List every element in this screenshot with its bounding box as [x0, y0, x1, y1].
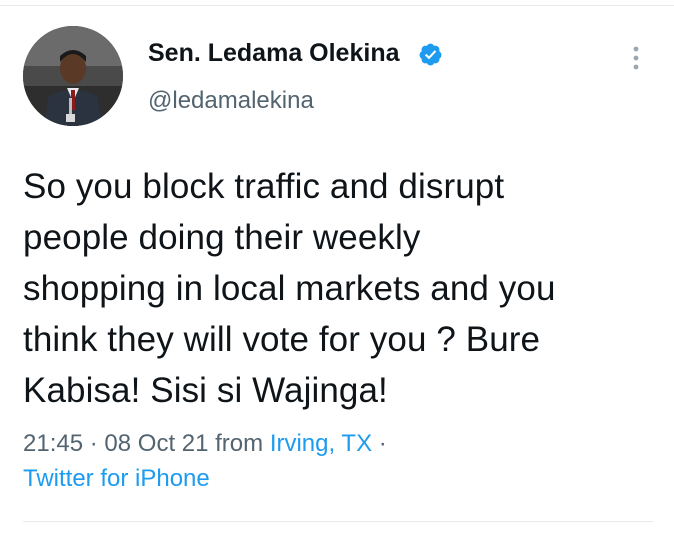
from-label: from: [215, 430, 264, 457]
avatar-photo: [23, 26, 123, 126]
author-handle[interactable]: @ledamalekina: [148, 86, 314, 116]
meta-trailing-separator: ·: [378, 430, 387, 457]
avatar[interactable]: [23, 26, 123, 126]
tweet-date[interactable]: 08 Oct 21: [104, 430, 208, 457]
tweet-location[interactable]: Irving, TX: [270, 430, 372, 457]
meta-separator: ·: [89, 430, 98, 457]
display-name[interactable]: Sen. Ledama Olekina: [148, 38, 400, 68]
top-divider: [0, 5, 674, 6]
verified-badge-icon: [419, 43, 442, 66]
bottom-divider: [23, 521, 653, 522]
more-vertical-icon[interactable]: [624, 42, 648, 74]
tweet-text: So you block traffic and disrupt people …: [23, 167, 556, 410]
tweet-time[interactable]: 21:45: [23, 430, 83, 457]
tweet-source[interactable]: Twitter for iPhone: [23, 464, 210, 494]
tweet-meta: 21:45 · 08 Oct 21 from Irving, TX ·: [23, 429, 387, 459]
